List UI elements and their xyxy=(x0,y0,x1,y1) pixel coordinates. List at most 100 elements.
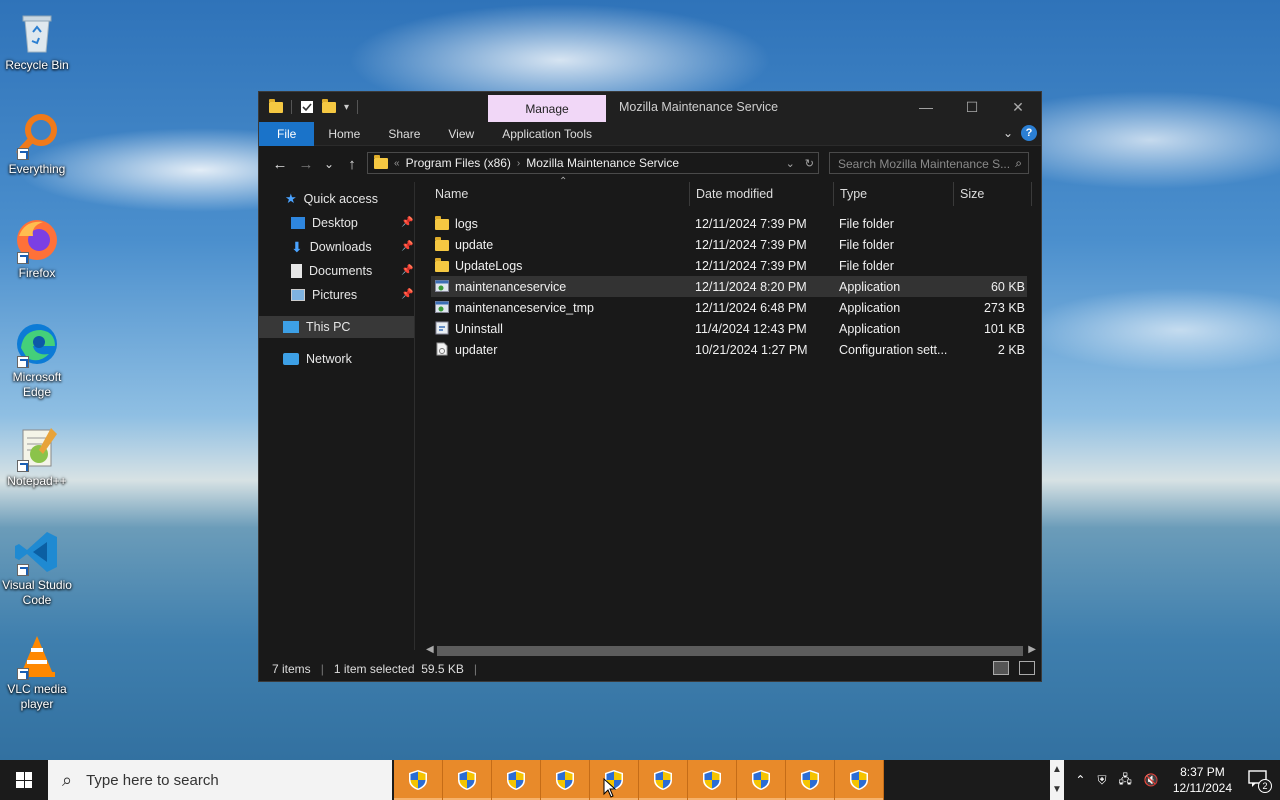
column-divider[interactable] xyxy=(1031,182,1032,206)
help-icon[interactable]: ? xyxy=(1021,125,1037,141)
show-hidden-icons-icon[interactable]: ⌃ xyxy=(1075,773,1085,787)
tab-home[interactable]: Home xyxy=(314,122,374,146)
nav-label: Desktop xyxy=(312,216,358,230)
desktop-icon-vscode[interactable]: Visual Studio Code xyxy=(0,528,74,608)
details-view-icon[interactable] xyxy=(993,661,1009,675)
file-row[interactable]: update 12/11/2024 7:39 PM File folder xyxy=(431,234,1027,255)
column-divider[interactable] xyxy=(833,182,834,206)
file-name[interactable]: Uninstall xyxy=(455,322,685,336)
desktop-icon-notepadpp[interactable]: Notepad++ xyxy=(0,424,74,489)
folder-icon xyxy=(435,216,451,233)
taskbar-app-uac-shield[interactable] xyxy=(443,760,492,800)
file-row[interactable]: maintenanceservice 12/11/2024 8:20 PM Appl… xyxy=(431,276,1027,297)
clock[interactable]: 8:37 PM 12/11/2024 xyxy=(1173,764,1232,796)
expand-ribbon-icon[interactable]: ⌄ xyxy=(1003,126,1013,140)
desktop-icon-recycle-bin[interactable]: Recycle Bin xyxy=(0,8,74,73)
tab-view[interactable]: View xyxy=(434,122,488,146)
taskbar-search-box[interactable]: ⌕ Type here to search xyxy=(48,760,392,800)
file-name[interactable]: updater xyxy=(455,343,685,357)
column-header-size[interactable]: Size xyxy=(960,182,984,206)
refresh-icon[interactable]: ↻ xyxy=(805,157,814,170)
file-row[interactable]: logs 12/11/2024 7:39 PM File folder xyxy=(431,213,1027,234)
scroll-right-icon[interactable]: ▶ xyxy=(1028,644,1036,655)
navigation-pane: ★ Quick access Desktop 📌 ⬇ Downloads 📌 D… xyxy=(259,182,415,650)
network-icon[interactable]: 🖧 xyxy=(1118,770,1131,791)
recent-locations-button[interactable]: ⌄ xyxy=(319,157,339,171)
scroll-down-icon[interactable]: ▼ xyxy=(1050,780,1064,800)
scrollbar-thumb[interactable] xyxy=(437,646,1023,656)
security-icon[interactable]: ⛨ xyxy=(1097,773,1106,788)
scroll-up-icon[interactable]: ▲ xyxy=(1050,760,1064,780)
taskbar-app-uac-shield[interactable] xyxy=(639,760,688,800)
column-header-date-modified[interactable]: Date modified xyxy=(696,182,773,206)
file-row[interactable]: UpdateLogs 12/11/2024 7:39 PM File folder xyxy=(431,255,1027,276)
taskbar-app-uac-shield[interactable] xyxy=(835,760,884,800)
column-header-name[interactable]: Name xyxy=(435,182,468,206)
volume-muted-icon[interactable]: 🔇 xyxy=(1144,773,1159,787)
tab-share[interactable]: Share xyxy=(374,122,434,146)
close-button[interactable]: ✕ xyxy=(995,92,1041,122)
taskbar-app-uac-shield[interactable] xyxy=(541,760,590,800)
desktop-icon-firefox[interactable]: Firefox xyxy=(0,216,74,281)
minimize-button[interactable]: — xyxy=(903,92,949,122)
nav-downloads[interactable]: ⬇ Downloads xyxy=(291,236,372,258)
address-dropdown-icon[interactable]: ⌄ xyxy=(786,157,795,170)
taskbar-scroll[interactable]: ▲ ▼ xyxy=(1050,760,1064,800)
nav-documents[interactable]: Documents xyxy=(291,260,372,282)
file-name[interactable]: logs xyxy=(455,217,685,231)
tab-file[interactable]: File xyxy=(259,121,315,146)
properties-icon[interactable] xyxy=(300,100,314,114)
file-name[interactable]: maintenanceservice xyxy=(455,280,685,294)
new-folder-icon[interactable] xyxy=(322,98,336,113)
nav-label: Quick access xyxy=(303,192,378,206)
customize-toolbar-icon[interactable]: ▾ xyxy=(344,102,349,113)
scroll-left-icon[interactable]: ◀ xyxy=(426,644,434,655)
breadcrumb-mozilla-maintenance-service[interactable]: Mozilla Maintenance Service xyxy=(526,156,679,170)
taskbar-app-uac-shield[interactable] xyxy=(394,760,443,800)
taskbar-app-uac-shield[interactable] xyxy=(737,760,786,800)
pin-icon: 📌 xyxy=(401,265,414,276)
nav-this-pc[interactable]: This PC xyxy=(259,316,414,338)
file-row[interactable]: updater 10/21/2024 1:27 PM Configuration s… xyxy=(431,339,1027,360)
uninstall-icon xyxy=(435,321,451,338)
file-name[interactable]: UpdateLogs xyxy=(455,259,685,273)
up-button[interactable]: ↑ xyxy=(339,156,365,173)
file-type: File folder xyxy=(839,237,894,252)
uac-shield-icon xyxy=(408,769,428,791)
file-row[interactable]: Uninstall 11/4/2024 12:43 PM Application 10… xyxy=(431,318,1027,339)
file-name[interactable]: maintenanceservice_tmp xyxy=(455,301,685,315)
nav-network[interactable]: Network xyxy=(283,348,352,370)
file-row[interactable]: maintenanceservice_tmp 12/11/2024 6:48 PM… xyxy=(431,297,1027,318)
forward-button[interactable]: → xyxy=(293,156,319,173)
nav-desktop[interactable]: Desktop xyxy=(291,212,358,234)
desktop-icon-edge[interactable]: Microsoft Edge xyxy=(0,320,74,400)
desktop-icon-vlc[interactable]: VLC media player xyxy=(0,632,74,712)
column-header-type[interactable]: Type xyxy=(840,182,867,206)
search-input[interactable]: Search Mozilla Maintenance S... ⌕ xyxy=(829,152,1029,174)
maximize-button[interactable]: ☐ xyxy=(949,92,995,122)
title-bar[interactable]: ▾ Manage Mozilla Maintenance Service — ☐… xyxy=(259,92,1041,122)
nav-pictures[interactable]: Pictures xyxy=(291,284,357,306)
taskbar-app-uac-shield[interactable] xyxy=(688,760,737,800)
pin-icon: 📌 xyxy=(401,217,414,228)
taskbar-app-uac-shield[interactable] xyxy=(492,760,541,800)
folder-icon[interactable] xyxy=(269,98,283,113)
breadcrumb-program-files-x86[interactable]: Program Files (x86) xyxy=(406,156,511,170)
nav-quick-access[interactable]: ★ Quick access xyxy=(285,188,378,210)
desktop-icon-everything[interactable]: Everything xyxy=(0,112,74,177)
breadcrumb-separator-icon[interactable]: › xyxy=(517,158,520,169)
tab-application-tools[interactable]: Application Tools xyxy=(488,122,606,146)
notifications-icon[interactable]: 2 xyxy=(1248,769,1272,793)
nav-label: Downloads xyxy=(309,240,372,254)
file-name[interactable]: update xyxy=(455,238,685,252)
start-button[interactable] xyxy=(0,760,48,800)
overflow-chevron-icon[interactable]: « xyxy=(394,158,400,169)
column-divider[interactable] xyxy=(953,182,954,206)
back-button[interactable]: ← xyxy=(267,156,293,173)
taskbar-app-uac-shield[interactable] xyxy=(786,760,835,800)
file-size: 273 KB xyxy=(983,300,1025,315)
large-icons-view-icon[interactable] xyxy=(1019,661,1035,675)
address-bar[interactable]: « Program Files (x86) › Mozilla Maintena… xyxy=(367,152,819,174)
column-divider[interactable] xyxy=(689,182,690,206)
tab-manage[interactable]: Manage xyxy=(488,95,606,122)
